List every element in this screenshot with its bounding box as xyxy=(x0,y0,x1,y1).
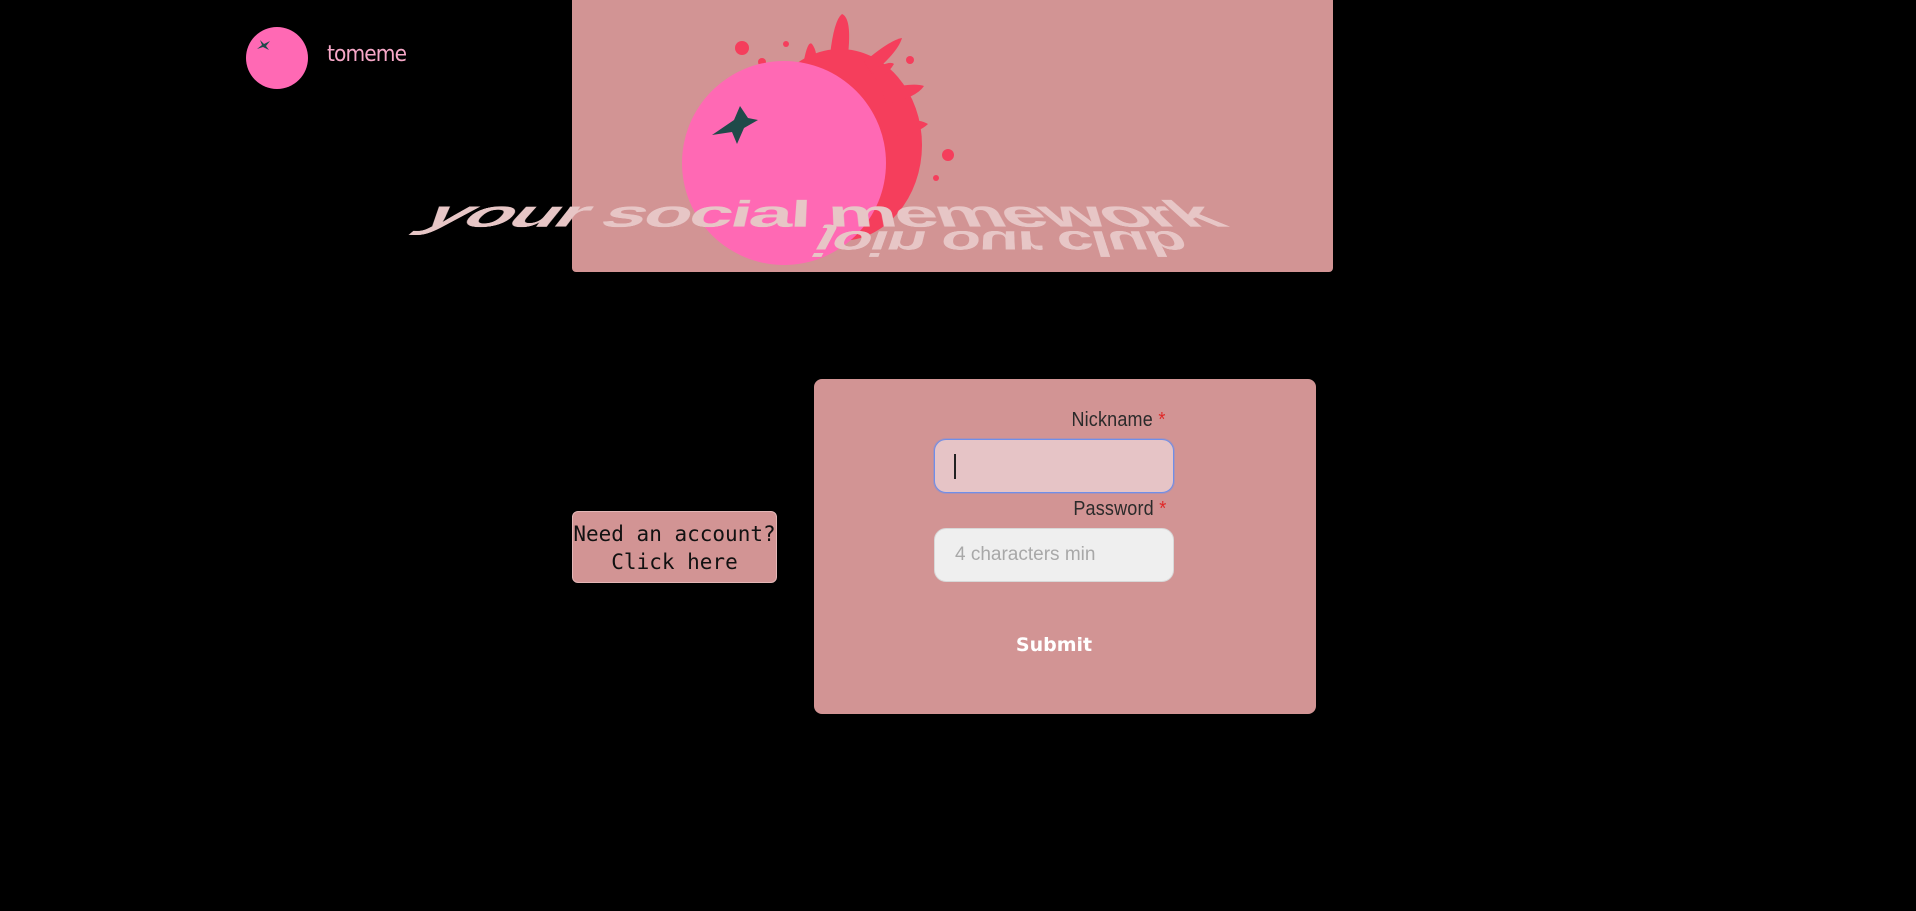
password-label-text: Password xyxy=(1072,498,1154,520)
need-account-button[interactable]: Need an account? Click here xyxy=(572,511,777,583)
leaf-icon xyxy=(257,40,270,50)
tomato-splash-illustration xyxy=(682,14,954,265)
nickname-label-text: Nickname xyxy=(1071,409,1154,431)
click-here-line: Click here xyxy=(611,550,738,574)
hero-banner xyxy=(572,0,1333,272)
nickname-label: Nickname * xyxy=(1072,409,1166,432)
page: tomeme your social memework join our clu… xyxy=(0,0,1916,911)
password-input[interactable] xyxy=(934,528,1174,582)
nickname-input[interactable] xyxy=(934,439,1174,493)
brand-name[interactable]: tomeme xyxy=(327,42,407,67)
logo-tomato-icon[interactable] xyxy=(246,27,308,89)
text-caret xyxy=(954,454,956,479)
login-form-card: Nickname * Password * Submit xyxy=(814,379,1316,714)
need-account-line: Need an account? xyxy=(573,522,776,546)
required-marker: * xyxy=(1158,498,1166,520)
submit-button[interactable]: Submit xyxy=(1004,629,1104,661)
required-marker: * xyxy=(1158,409,1166,431)
password-label: Password * xyxy=(1073,498,1166,521)
